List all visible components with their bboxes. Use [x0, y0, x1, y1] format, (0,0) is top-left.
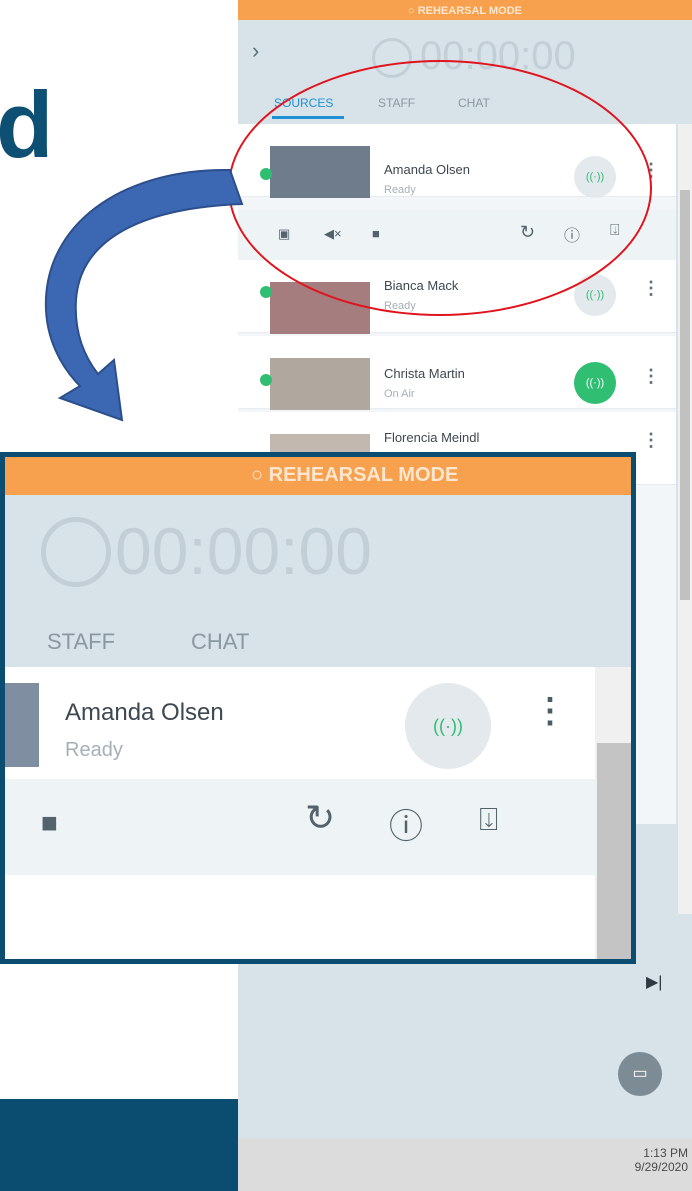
source-row[interactable]: Christa Martin On Air ((·)) ⋮ — [238, 336, 676, 410]
zoom-inset: ○ REHEARSAL MODE 00:00:00 STAFF CHAT Ama… — [0, 452, 636, 964]
tab-staff[interactable]: STAFF — [47, 629, 115, 655]
callout-arrow — [44, 168, 244, 422]
source-toolbar — [5, 779, 595, 875]
rehearsal-banner: ○ REHEARSAL MODE — [5, 457, 631, 495]
info-icon[interactable]: ⓘ — [389, 799, 423, 848]
kebab-icon[interactable]: ⋮ — [642, 278, 660, 299]
skip-forward-icon[interactable]: ▶| — [646, 972, 662, 992]
chevron-right-icon[interactable]: › — [252, 38, 259, 64]
scroll-thumb[interactable] — [680, 190, 690, 600]
rehearsal-label-wrap: ○ REHEARSAL MODE — [251, 464, 459, 486]
clock-date: 9/29/2020 — [634, 1160, 688, 1174]
source-thumbnail — [270, 358, 370, 410]
kebab-icon[interactable]: ⋮ — [642, 430, 660, 451]
tab-chat[interactable]: CHAT — [191, 629, 249, 655]
source-name: Amanda Olsen — [65, 699, 224, 726]
rehearsal-label: REHEARSAL MODE — [417, 5, 522, 17]
record-icon[interactable] — [41, 517, 111, 587]
screen-icon[interactable]: ▭ — [618, 1052, 662, 1096]
presenter-icon[interactable]: ⍗ — [479, 801, 498, 839]
rehearsal-banner: ○ REHEARSAL MODE — [238, 0, 692, 20]
system-clock: 1:13 PM 9/29/2020 — [604, 1146, 688, 1174]
camera-off-icon[interactable]: ■ — [41, 807, 58, 839]
slide-footer-band — [0, 1099, 238, 1191]
rehearsal-label: REHEARSAL MODE — [268, 464, 459, 486]
kebab-icon[interactable]: ⋮ — [533, 691, 567, 731]
timer-display: 00:00:00 — [115, 514, 372, 588]
scroll-thumb[interactable] — [597, 743, 631, 959]
source-name: Florencia Meindl — [384, 430, 480, 445]
source-name: Christa Martin — [384, 366, 465, 381]
clock-time: 1:13 PM — [643, 1146, 688, 1160]
source-status: On Air — [384, 388, 415, 400]
source-row[interactable] — [5, 875, 595, 959]
source-thumbnail — [5, 683, 39, 767]
kebab-icon[interactable]: ⋮ — [642, 366, 660, 387]
broadcast-icon[interactable]: ((·)) — [574, 362, 616, 404]
highlight-ellipse — [228, 60, 652, 316]
refresh-icon[interactable]: ↻ — [305, 797, 335, 839]
broadcast-icon[interactable]: ((·)) — [405, 683, 491, 769]
source-status: Ready — [65, 739, 123, 761]
